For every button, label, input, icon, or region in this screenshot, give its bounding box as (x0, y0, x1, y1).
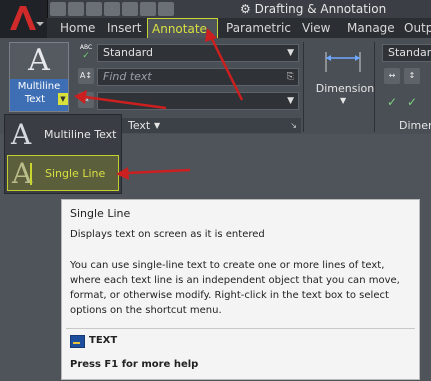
tab-manage[interactable]: Manage (347, 18, 395, 38)
tab-parametric[interactable]: Parametric (226, 18, 291, 38)
tooltip-divider (66, 328, 415, 329)
tooltip-command: TEXT (89, 335, 118, 346)
tooltip-body-line: format, or otherwise modify. Right-click… (70, 290, 389, 301)
find-text-input[interactable]: Find text ⎘ (97, 68, 299, 86)
redo-icon[interactable] (158, 2, 174, 16)
text-height-icon[interactable]: A↕ (78, 68, 94, 84)
gear-icon: ⚙ (240, 2, 251, 16)
tooltip-subtitle: Displays text on screen as it is entered (70, 229, 265, 240)
workspace-selector[interactable]: ⚙ Drafting & Annotation (240, 0, 386, 18)
tooltip-title: Single Line (70, 207, 131, 220)
dimension-tool-icon[interactable]: ↔ (384, 68, 400, 84)
quick-access-toolbar (50, 0, 176, 18)
undo-icon[interactable] (140, 2, 156, 16)
tab-home[interactable]: Home (60, 18, 95, 38)
menu-item-single-line[interactable]: A Single Line (7, 155, 119, 191)
chevron-down-icon: ▼ (340, 96, 347, 105)
multiline-label-2: Text (24, 94, 46, 105)
linear-dimension-icon (325, 52, 361, 72)
tab-view[interactable]: View (302, 18, 330, 38)
dimensions-panel-label: Dimer (399, 119, 431, 132)
application-menu-button[interactable] (0, 0, 48, 38)
command-line-icon (70, 335, 85, 348)
autocad-logo-icon (10, 6, 44, 30)
text-dropdown-menu: A Multiline Text A Single Line (4, 114, 122, 194)
multiline-text-icon: A (11, 118, 32, 151)
text-height-dropdown[interactable]: ▼ (97, 92, 299, 110)
dialog-launcher-icon[interactable]: ↘ (290, 118, 297, 133)
spell-check-icon[interactable]: ABC ✓ (78, 44, 94, 61)
tooltip-help: Press F1 for more help (70, 359, 199, 370)
check-icon[interactable]: ✓ (384, 94, 400, 110)
save-as-icon[interactable] (104, 2, 120, 16)
multiline-text-dropdown[interactable]: Multiline Text ▼ (10, 79, 68, 111)
chevron-down-icon: ▼ (287, 96, 294, 106)
dimension-tool-icon[interactable]: ↕ (404, 68, 420, 84)
menu-item-label: Multiline Text (44, 128, 117, 141)
tooltip-body-line: You can use single-line text to create o… (70, 260, 385, 271)
tab-insert[interactable]: Insert (107, 18, 141, 38)
text-edit-icon[interactable]: ✎ (78, 92, 94, 108)
multiline-label-1: Multiline (17, 81, 61, 92)
text-cursor-icon (30, 163, 32, 185)
save-icon[interactable] (86, 2, 102, 16)
tooltip-single-line: Single Line Displays text on screen as i… (61, 199, 420, 380)
dimension-button[interactable]: Dimension ▼ (316, 42, 374, 105)
new-icon[interactable] (50, 2, 66, 16)
ribbon-tab-bar: Home Insert Annotate Parametric View Man… (47, 18, 431, 38)
tab-annotate[interactable]: Annotate (147, 18, 218, 38)
text-a-icon: A (28, 43, 50, 78)
find-replace-icon[interactable]: ⎘ (287, 69, 294, 85)
find-text-placeholder: Find text (103, 70, 152, 83)
text-style-value: Standard (103, 46, 154, 59)
workspace-label: Drafting & Annotation (254, 2, 387, 16)
chevron-down-icon[interactable]: ▼ (58, 93, 68, 105)
check-icon[interactable]: ✓ (404, 94, 420, 110)
open-icon[interactable] (68, 2, 84, 16)
dimension-style-value: Standard (388, 46, 431, 59)
tooltip-body-line: options on the shortcut menu. (70, 305, 222, 316)
tooltip-body-line: where each text line is an independent o… (70, 275, 400, 286)
dimension-label: Dimension (315, 82, 375, 95)
tab-output[interactable]: Outp (404, 18, 431, 38)
text-style-dropdown[interactable]: Standard ▼ (97, 44, 299, 62)
text-panel-label: Text (128, 119, 151, 132)
chevron-down-icon: ▼ (154, 121, 161, 130)
panel-separator (303, 42, 304, 132)
dimension-style-dropdown[interactable]: Standard (382, 44, 431, 62)
chevron-down-icon: ▼ (287, 48, 294, 58)
plot-icon[interactable] (122, 2, 138, 16)
menu-item-multiline-text[interactable]: A Multiline Text (7, 117, 119, 153)
menu-item-label: Single Line (45, 167, 106, 180)
